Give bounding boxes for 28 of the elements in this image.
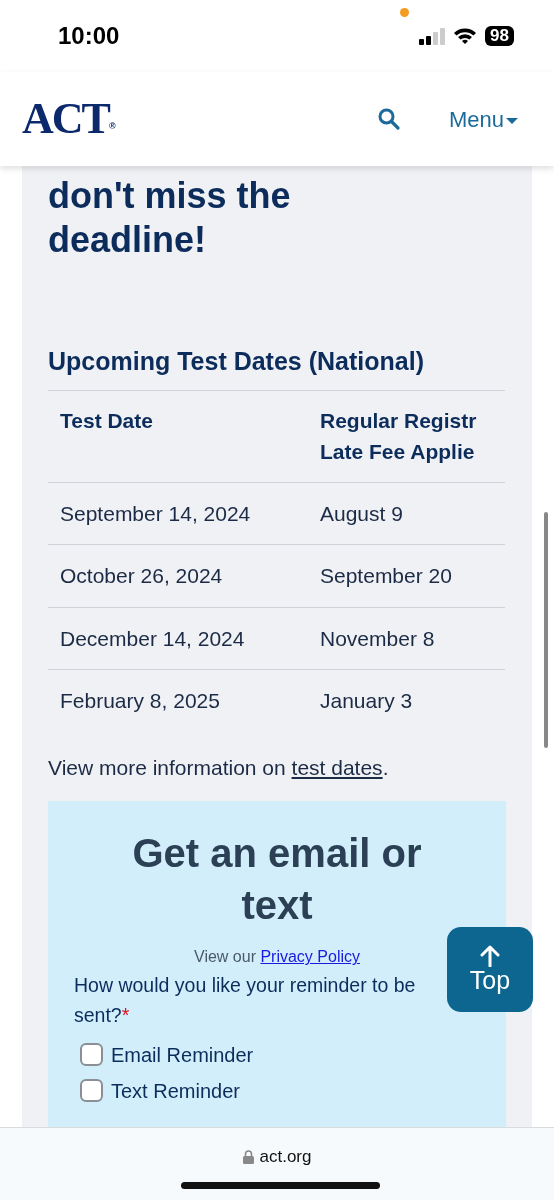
status-time: 10:00 xyxy=(58,21,120,51)
back-to-top-button[interactable]: Top xyxy=(447,927,533,1012)
column-header: Test Date xyxy=(48,390,308,483)
column-header: Regular Registr Late Fee Applie xyxy=(308,390,505,483)
table-cell: September 14, 2024 xyxy=(48,482,308,545)
wifi-icon xyxy=(453,27,478,45)
url-text[interactable]: act.org xyxy=(259,1144,312,1170)
caret-icon xyxy=(506,116,518,125)
question-label: How would you like your reminder to be sent?* xyxy=(74,973,417,1028)
lock-icon xyxy=(242,1149,254,1164)
test-dates-link[interactable]: test dates xyxy=(291,755,383,779)
table-cell: October 26, 2024 xyxy=(48,544,308,608)
battery-level: 98 xyxy=(485,26,514,46)
checkbox[interactable] xyxy=(80,1043,103,1067)
info-sentence: View more information on test dates. xyxy=(48,754,390,781)
signup-title: Get an email or text xyxy=(131,830,423,930)
option-label: Text Reminder xyxy=(111,1078,240,1104)
checkbox[interactable] xyxy=(80,1079,103,1103)
menu-button[interactable]: Menu xyxy=(448,102,518,136)
table-cell: December 14, 2024 xyxy=(48,607,308,670)
table-title: Upcoming Test Dates (National) xyxy=(48,345,425,376)
page-heading: don't miss the deadline! xyxy=(48,174,292,262)
search-icon[interactable] xyxy=(376,107,401,131)
option-label: Email Reminder xyxy=(111,1042,254,1068)
table-cell: February 8, 2025 xyxy=(48,669,308,732)
signal-icon xyxy=(419,27,446,45)
arrow-up-icon xyxy=(480,944,500,967)
privacy-policy-link[interactable]: Privacy Policy xyxy=(260,948,360,966)
